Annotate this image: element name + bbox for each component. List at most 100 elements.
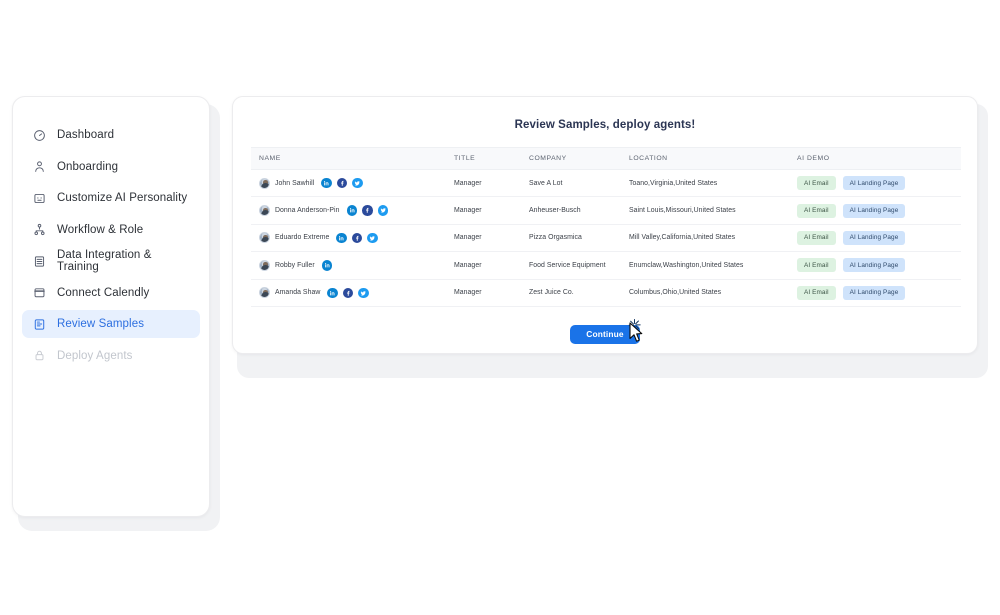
column-header-location: LOCATION xyxy=(621,147,789,170)
sidebar-item-label: Dashboard xyxy=(57,129,115,141)
app-root: Dashboard Onboarding Customize AI Person… xyxy=(0,0,1000,615)
cell-ai-demo: AI Email AI Landing Page xyxy=(789,224,961,253)
cell-title: Manager xyxy=(446,196,521,225)
facebook-icon[interactable] xyxy=(342,287,354,298)
samples-table-container: NAME TITLE COMPANY LOCATION AI DEMO John… xyxy=(233,147,977,307)
sidebar-item-label: Review Samples xyxy=(57,318,145,330)
sidebar-card: Dashboard Onboarding Customize AI Person… xyxy=(12,96,210,517)
facebook-icon[interactable] xyxy=(362,205,373,216)
cell-name: Amanda Shaw xyxy=(251,279,446,307)
avatar xyxy=(259,259,270,271)
cell-title: Manager xyxy=(446,279,521,307)
sidebar-item-label: Data Integration & Training xyxy=(57,249,152,273)
ai-landing-page-button[interactable]: AI Landing Page xyxy=(842,176,906,191)
linkedin-icon[interactable] xyxy=(321,177,332,189)
twitter-icon[interactable] xyxy=(352,177,363,189)
cell-name: Robby Fuller xyxy=(251,251,446,280)
contact-name: John Sawhill xyxy=(275,179,315,187)
ai-email-button[interactable]: AI Email xyxy=(797,258,836,273)
table-row: Eduardo Extreme Manager Pizza Orgasmica Mil… xyxy=(251,224,961,253)
cell-location: Mill Valley,California,United States xyxy=(621,224,789,253)
linkedin-icon[interactable] xyxy=(321,260,333,271)
cell-title: Manager xyxy=(446,169,521,198)
sidebar-item-workflow-and-role[interactable]: Workflow & Role xyxy=(22,216,200,244)
sidebar-item-label: Deploy Agents xyxy=(57,349,133,362)
continue-button[interactable]: Continue xyxy=(570,324,640,344)
continue-button-container: Continue xyxy=(233,307,977,344)
column-header-name: NAME xyxy=(251,147,446,170)
cell-ai-demo: AI Email AI Landing Page xyxy=(789,169,961,198)
page-title: Review Samples, deploy agents! xyxy=(514,119,696,131)
ai-email-button[interactable]: AI Email xyxy=(797,230,836,245)
cell-location: Toano,Virginia,United States xyxy=(621,169,789,198)
cell-location: Enumclaw,Washington,United States xyxy=(621,251,789,280)
table-header-row: NAME TITLE COMPANY LOCATION AI DEMO xyxy=(251,147,961,170)
samples-table: NAME TITLE COMPANY LOCATION AI DEMO John… xyxy=(251,147,961,307)
cell-company: Pizza Orgasmica xyxy=(521,224,621,253)
sidebar-nav: Dashboard Onboarding Customize AI Person… xyxy=(13,121,209,373)
column-header-company: COMPANY xyxy=(521,147,621,170)
sidebar-item-label: Connect Calendly xyxy=(57,286,150,299)
sitemap-icon xyxy=(32,223,46,237)
cell-company: Food Service Equipment xyxy=(521,251,621,280)
table-row: John Sawhill Manager Save A Lot Toano,Virgi… xyxy=(251,169,961,198)
document-scan-icon xyxy=(32,317,46,331)
column-header-ai-demo: AI DEMO xyxy=(789,147,961,170)
avatar xyxy=(259,287,270,299)
linkedin-icon[interactable] xyxy=(327,287,338,298)
cell-name: Eduardo Extreme xyxy=(251,224,446,253)
facebook-icon[interactable] xyxy=(351,232,363,244)
gauge-icon xyxy=(32,128,46,142)
table-header: NAME TITLE COMPANY LOCATION AI DEMO xyxy=(251,147,961,170)
table-body: John Sawhill Manager Save A Lot Toano,Virgi… xyxy=(251,169,961,307)
cell-name: John Sawhill xyxy=(251,169,446,198)
cell-title: Manager xyxy=(446,224,521,253)
sidebar-item-onboarding[interactable]: Onboarding xyxy=(22,153,200,181)
cell-name: Donna Anderson-Pin xyxy=(251,196,446,225)
twitter-icon[interactable] xyxy=(367,232,378,244)
cell-company: Save A Lot xyxy=(521,169,621,198)
sidebar-item-label: Onboarding xyxy=(57,160,119,173)
sidebar-item-deploy-agents: Deploy Agents xyxy=(22,342,200,370)
avatar xyxy=(259,232,270,244)
main-panel: Review Samples, deploy agents! NAME TITL… xyxy=(232,96,988,378)
facebook-icon[interactable] xyxy=(336,177,348,189)
ai-landing-page-button[interactable]: AI Landing Page xyxy=(842,258,906,273)
table-row: Donna Anderson-Pin Manager Anheuser-Busch S… xyxy=(251,196,961,225)
column-header-title: TITLE xyxy=(446,147,521,170)
main-card: Review Samples, deploy agents! NAME TITL… xyxy=(232,96,978,354)
ai-email-button[interactable]: AI Email xyxy=(797,176,836,191)
ai-landing-page-button[interactable]: AI Landing Page xyxy=(842,285,906,300)
avatar xyxy=(259,177,270,189)
sidebar-item-connect-calendly[interactable]: Connect Calendly xyxy=(22,279,200,307)
sidebar-item-dashboard[interactable]: Dashboard xyxy=(22,121,200,149)
contact-name: Donna Anderson-Pin xyxy=(275,207,340,215)
ai-email-button[interactable]: AI Email xyxy=(797,203,836,218)
contact-name: Amanda Shaw xyxy=(275,289,321,297)
avatar xyxy=(259,205,270,217)
cell-ai-demo: AI Email AI Landing Page xyxy=(789,196,961,225)
ai-email-button[interactable]: AI Email xyxy=(797,285,836,300)
table-row: Amanda Shaw Manager Zest Juice Co. Columbus… xyxy=(251,279,961,307)
sidebar-item-label: Workflow & Role xyxy=(57,223,144,236)
contact-name: Eduardo Extreme xyxy=(275,234,330,242)
sidebar-item-review-samples[interactable]: Review Samples xyxy=(22,310,200,338)
twitter-icon[interactable] xyxy=(358,287,369,298)
sidebar-item-data-integration-and-training[interactable]: Data Integration & Training xyxy=(22,247,200,275)
cell-ai-demo: AI Email AI Landing Page xyxy=(789,279,961,307)
cell-company: Zest Juice Co. xyxy=(521,279,621,307)
sidebar: Dashboard Onboarding Customize AI Person… xyxy=(12,96,220,531)
linkedin-icon[interactable] xyxy=(336,232,347,244)
person-icon xyxy=(32,160,46,174)
cell-ai-demo: AI Email AI Landing Page xyxy=(789,251,961,280)
calendar-icon xyxy=(32,286,46,300)
server-icon xyxy=(32,254,46,268)
contact-name: Robby Fuller xyxy=(275,261,315,269)
cell-location: Saint Louis,Missouri,United States xyxy=(621,196,789,225)
linkedin-icon[interactable] xyxy=(346,205,357,216)
cell-company: Anheuser-Busch xyxy=(521,196,621,225)
sidebar-item-customize-ai-personality[interactable]: Customize AI Personality xyxy=(22,184,200,212)
twitter-icon[interactable] xyxy=(377,205,388,216)
ai-landing-page-button[interactable]: AI Landing Page xyxy=(842,230,906,245)
ai-landing-page-button[interactable]: AI Landing Page xyxy=(842,203,906,218)
